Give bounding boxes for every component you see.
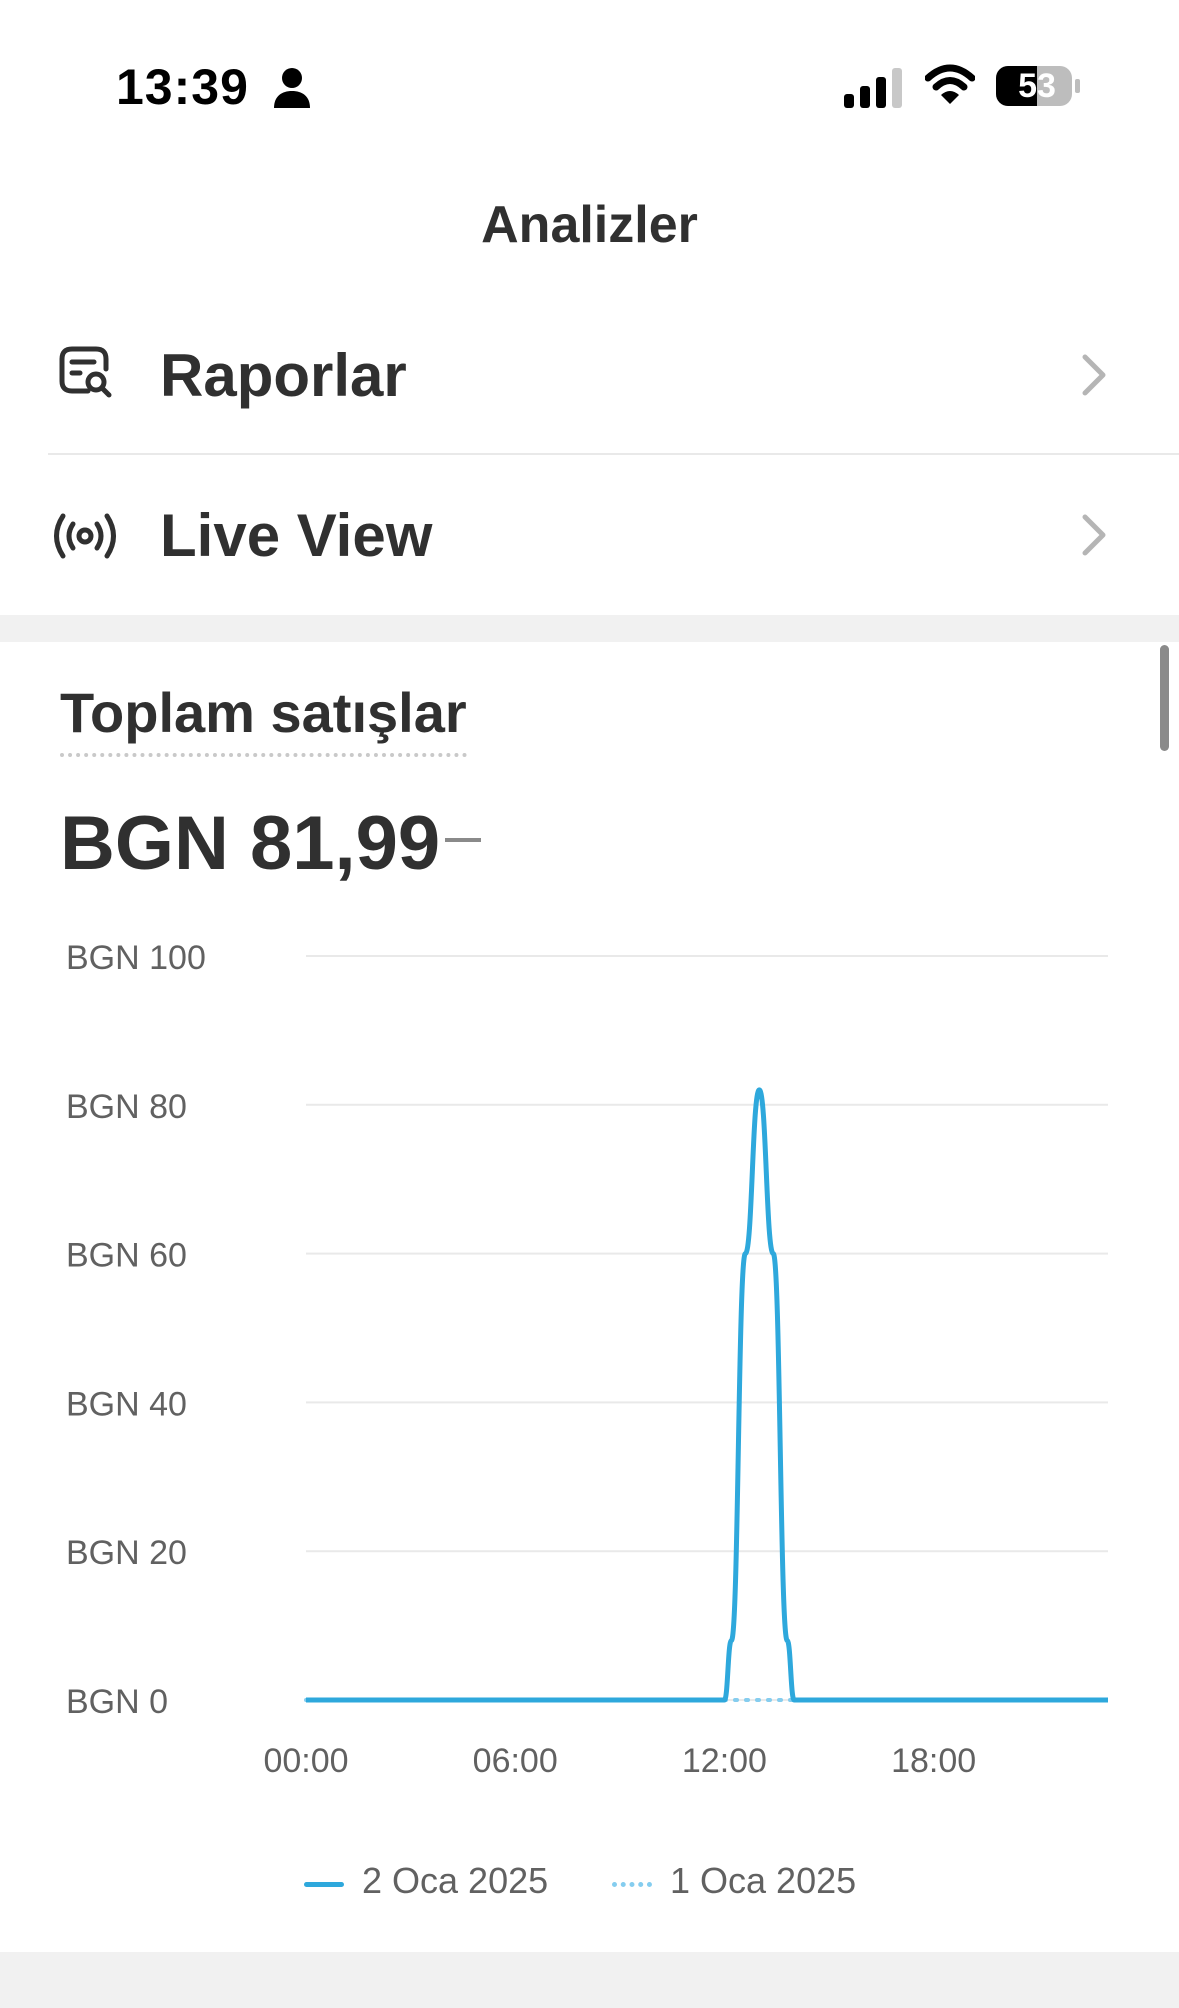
legend-swatch — [304, 1882, 344, 1887]
person-icon — [274, 68, 310, 108]
x-tick-label: 00:00 — [263, 1742, 348, 1780]
menu-item-live-view[interactable]: Live View — [0, 455, 1179, 615]
report-search-icon — [59, 346, 112, 398]
battery-level: 53 — [1018, 67, 1056, 105]
x-tick-label: 12:00 — [682, 1742, 767, 1780]
menu-item-label: Live View — [160, 502, 433, 569]
y-tick-label: BGN 80 — [66, 1088, 187, 1126]
scrollbar[interactable] — [1160, 645, 1169, 751]
sales-line-chart: BGN 100 BGN 80 BGN 60 BGN 40 BGN 20 BGN 0 00:0… — [66, 939, 1110, 1780]
card-title[interactable]: Toplam satışlar — [60, 680, 467, 757]
legend-label: 1 Oca 2025 — [670, 1860, 857, 1901]
total-sales-value: BGN 81,99 — [60, 801, 441, 886]
y-tick-label: BGN 100 — [66, 939, 206, 977]
chevron-right-icon — [1082, 354, 1106, 396]
chevron-right-icon — [1082, 514, 1106, 556]
x-tick-label: 18:00 — [891, 1742, 976, 1780]
series-line-current — [306, 1087, 1108, 1703]
cellular-signal-icon — [844, 68, 902, 108]
y-tick-label: BGN 0 — [66, 1683, 168, 1721]
status-time: 13:39 — [116, 59, 249, 115]
legend-label: 2 Oca 2025 — [362, 1860, 549, 1901]
legend-swatch — [612, 1882, 652, 1887]
wifi-icon — [925, 64, 975, 104]
y-tick-label: BGN 60 — [66, 1237, 187, 1275]
comparison-indicator — [445, 838, 481, 842]
live-broadcast-icon — [54, 513, 116, 559]
chart-legend: 2 Oca 2025 1 Oca 2025 — [0, 1860, 1179, 1910]
y-tick-label: BGN 40 — [66, 1385, 187, 1423]
y-tick-label: BGN 20 — [66, 1534, 187, 1572]
page-title: Analizler — [481, 196, 698, 254]
x-tick-label: 06:00 — [473, 1742, 558, 1780]
menu-item-label: Raporlar — [160, 342, 407, 409]
menu-item-raporlar[interactable]: Raporlar — [0, 295, 1179, 455]
